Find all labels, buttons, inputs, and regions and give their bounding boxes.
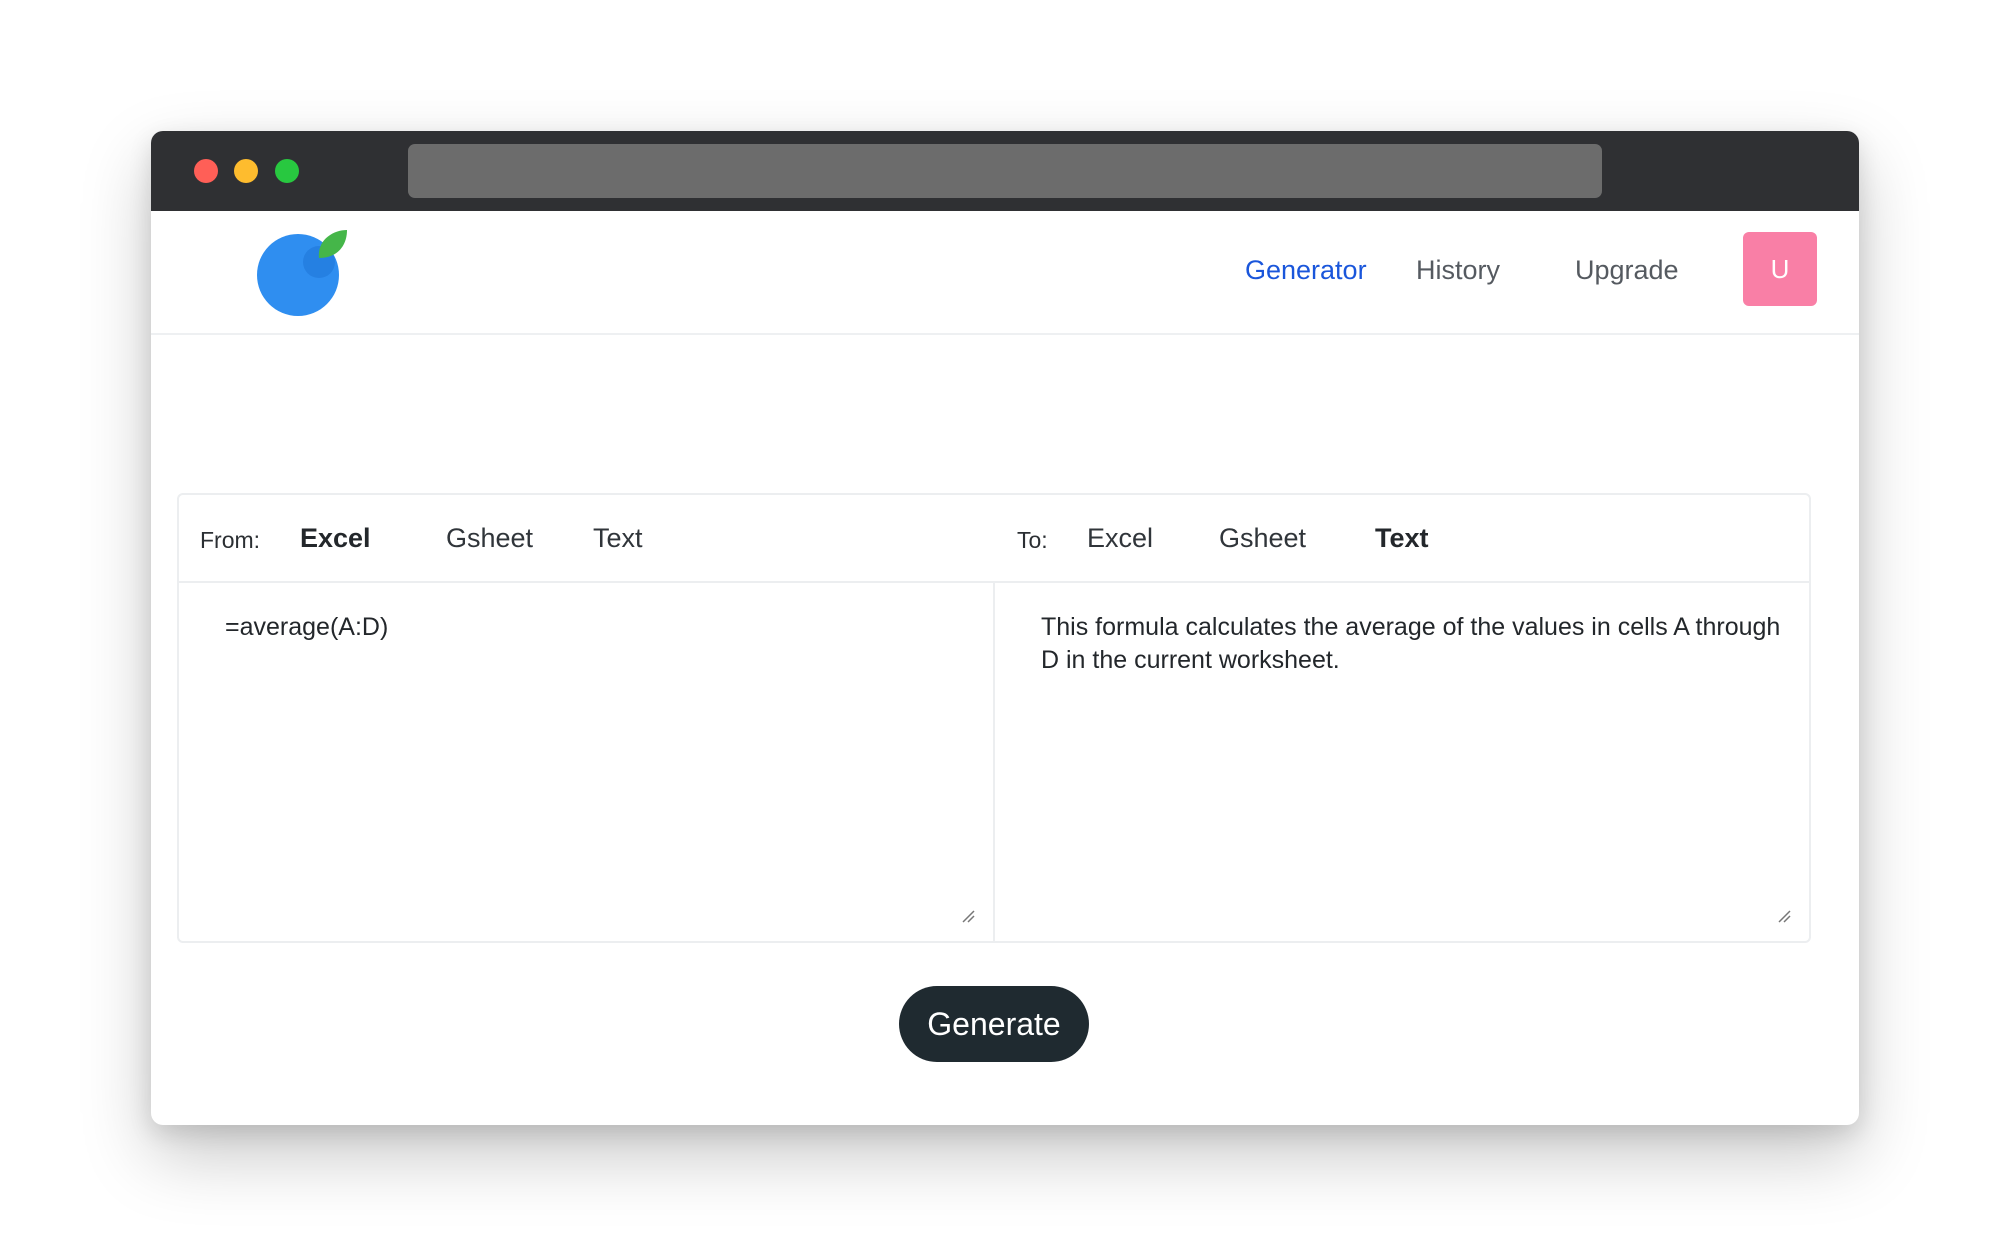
converter-format-bar: From: Excel Gsheet Text To: Excel Gsheet… (179, 495, 1809, 583)
formula-converter-card: From: Excel Gsheet Text To: Excel Gsheet… (177, 493, 1811, 943)
minimize-window-button[interactable] (234, 159, 258, 183)
generate-button[interactable]: Generate (899, 986, 1089, 1062)
browser-titlebar (151, 131, 1859, 211)
from-label: From: (200, 527, 261, 553)
screenshot-stage: Generator History Upgrade U From: Excel … (0, 0, 2000, 1250)
to-option-excel[interactable]: Excel (1087, 523, 1153, 554)
from-option-excel[interactable]: Excel (300, 523, 371, 554)
explanation-output-textarea[interactable]: This formula calculates the average of t… (995, 583, 1809, 941)
address-bar[interactable] (408, 144, 1602, 198)
browser-window: Generator History Upgrade U From: Excel … (151, 131, 1859, 1125)
close-window-button[interactable] (194, 159, 218, 183)
from-option-gsheet[interactable]: Gsheet (446, 523, 533, 554)
nav-upgrade-link[interactable]: Upgrade (1575, 255, 1679, 286)
to-label: To: (1017, 527, 1048, 553)
from-option-text[interactable]: Text (593, 523, 643, 554)
nav-history-link[interactable]: History (1416, 255, 1500, 286)
app-logo-icon[interactable] (257, 226, 353, 322)
user-avatar-button[interactable]: U (1743, 232, 1817, 306)
top-navbar: Generator History Upgrade U (151, 211, 1859, 335)
to-option-text[interactable]: Text (1375, 523, 1429, 554)
nav-generator-link[interactable]: Generator (1245, 255, 1367, 286)
resize-handle-icon[interactable] (961, 909, 975, 923)
explanation-output-text: This formula calculates the average of t… (1041, 613, 1781, 674)
resize-handle-icon[interactable] (1777, 909, 1791, 923)
formula-input-textarea[interactable]: =average(A:D) (179, 583, 995, 941)
to-option-gsheet[interactable]: Gsheet (1219, 523, 1306, 554)
maximize-window-button[interactable] (275, 159, 299, 183)
formula-input-text: =average(A:D) (225, 613, 389, 641)
